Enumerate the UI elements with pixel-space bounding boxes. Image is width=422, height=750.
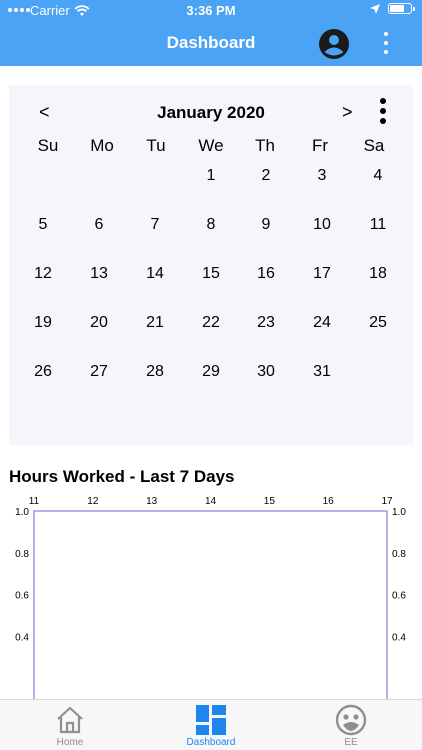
calendar-day[interactable]: 27 [71,363,127,381]
calendar-day[interactable]: 15 [183,265,239,283]
calendar-day[interactable]: 12 [15,265,71,283]
app-header: Carrier 3:36 PM Dashboard [0,0,422,66]
status-time: 3:36 PM [186,3,236,18]
x-tick-label: 17 [381,496,393,507]
calendar-day[interactable]: 28 [127,363,183,381]
calendar-day[interactable]: 13 [71,265,127,283]
x-tick-label: 12 [87,496,99,507]
calendar-day[interactable]: 29 [183,363,239,381]
y-tick-label-right: 0.8 [392,549,406,560]
more-vertical-icon [380,98,386,104]
x-tick-label: 13 [146,496,158,507]
calendar-menu-button[interactable] [379,98,387,124]
hours-chart: 11 12 13 14 15 16 171.00.80.60.41.00.80.60.4 [15,496,406,700]
battery-icon [388,3,415,14]
tab-home-label: Home [56,737,84,748]
calendar-day[interactable]: 2 [238,167,294,185]
calendar-day[interactable]: 4 [350,167,406,185]
calendar: < January 2020 > Su Mo Tu We Th Fr Sa 12… [9,85,413,445]
x-tick-label: 14 [205,496,217,507]
calendar-day[interactable]: 7 [127,216,183,234]
y-tick-label-right: 0.6 [392,591,406,602]
y-tick-label-left: 1.0 [15,507,29,518]
weekday-su: Su [37,136,59,155]
weekday-tu: Tu [146,136,166,155]
calendar-day[interactable]: 10 [294,216,350,234]
location-arrow-icon [370,3,380,14]
calendar-day[interactable]: 14 [127,265,183,283]
calendar-header: < January 2020 > [9,98,413,126]
weekday-sa: Sa [363,136,385,155]
more-vertical-icon [384,32,388,36]
status-bar: Carrier 3:36 PM [0,0,422,22]
y-tick-label-left: 0.6 [15,591,29,602]
calendar-day[interactable]: 24 [294,314,350,332]
y-tick-label-right: 0.4 [392,632,406,643]
calendar-day[interactable]: 5 [15,216,71,234]
calendar-day[interactable]: 19 [15,314,71,332]
calendar-day[interactable]: 26 [15,363,71,381]
y-tick-label-left: 0.4 [15,632,29,643]
calendar-day[interactable]: 3 [294,167,350,185]
profile-button[interactable] [318,28,350,60]
calendar-day[interactable]: 25 [350,314,406,332]
status-right [370,3,415,14]
weekday-th: Th [255,136,275,155]
weekday-fr: Fr [311,136,329,155]
weekday-we: We [198,136,224,155]
calendar-day[interactable]: 17 [294,265,350,283]
face-icon [335,704,367,736]
account-circle-icon [319,29,349,59]
calendar-day[interactable]: 16 [238,265,294,283]
tab-dashboard[interactable]: Dashboard [166,700,256,750]
tab-home[interactable]: Home [25,700,115,750]
calendar-day[interactable]: 21 [127,314,183,332]
tab-ee[interactable]: EE [306,700,396,750]
x-tick-label: 11 [29,496,40,507]
calendar-day[interactable]: 9 [238,216,294,234]
calendar-day[interactable]: 8 [183,216,239,234]
weekday-mo: Mo [90,136,114,155]
calendar-day[interactable]: 22 [183,314,239,332]
y-tick-label-left: 0.8 [15,549,29,560]
calendar-day[interactable]: 30 [238,363,294,381]
x-tick-label: 15 [264,496,276,507]
dashboard-grid-icon [196,705,226,735]
calendar-day[interactable]: 11 [350,216,406,234]
calendar-day[interactable]: 6 [71,216,127,234]
tab-dashboard-label: Dashboard [186,737,236,748]
page-title: Dashboard [166,33,256,52]
more-menu-button[interactable] [380,32,392,54]
chart-title: Hours Worked - Last 7 Days [9,467,235,486]
x-tick-label: 16 [323,496,335,507]
y-tick-label-right: 1.0 [392,507,406,518]
next-month-button[interactable]: > [342,102,353,123]
calendar-day[interactable]: 31 [294,363,350,381]
calendar-day[interactable]: 20 [71,314,127,332]
calendar-day[interactable]: 23 [238,314,294,332]
house-icon [57,706,83,734]
calendar-day[interactable]: 18 [350,265,406,283]
tab-bar: Home Dashboard EE [0,699,422,750]
tab-ee-label: EE [344,737,358,748]
calendar-day[interactable]: 1 [183,167,239,185]
plot-frame [33,510,388,700]
